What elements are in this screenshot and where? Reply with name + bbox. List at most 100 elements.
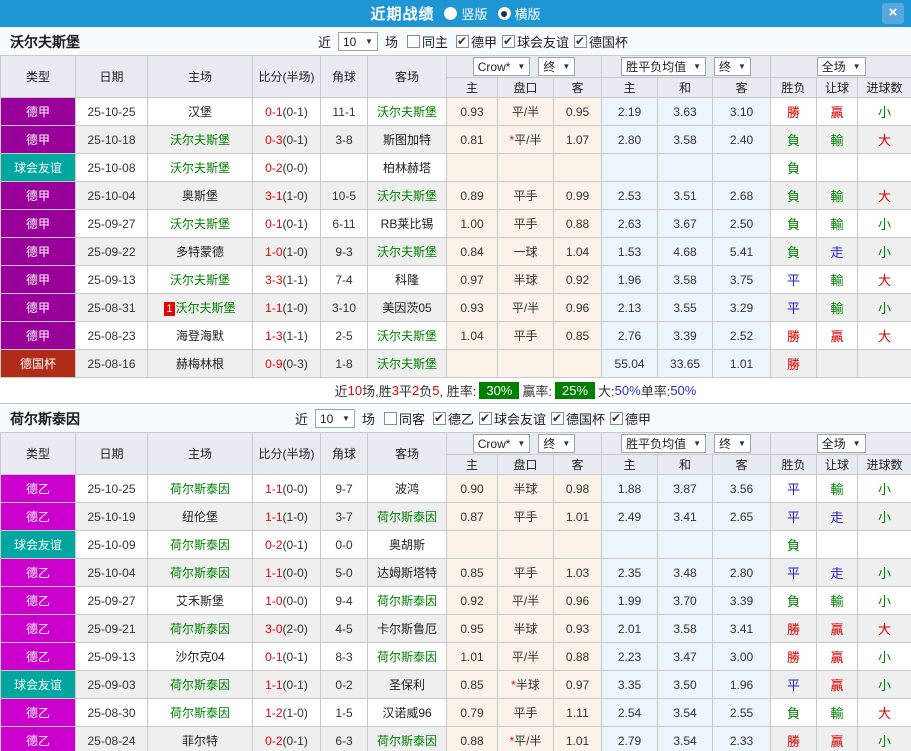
cell-avg-away: 3.75	[712, 265, 772, 294]
cell-date: 25-08-23	[75, 321, 148, 350]
halftime-score: (1-0)	[282, 509, 308, 524]
cell-date: 25-09-03	[75, 670, 148, 699]
close-button[interactable]: ×	[882, 3, 904, 24]
col-goals: 进球数	[857, 77, 911, 98]
cell-corner: 3-8	[320, 125, 368, 154]
summary-part: 赢率:	[522, 384, 552, 399]
col-result: 胜负	[770, 77, 818, 98]
cell-home: 菲尔特	[147, 726, 253, 751]
halftime-score: (0-1)	[282, 132, 308, 147]
cell-avg-away: 2.40	[712, 125, 772, 154]
cell-avg-home: 2.35	[601, 558, 659, 587]
cell-odds-away: 1.04	[552, 237, 603, 266]
checkbox-label: 同主	[421, 35, 448, 50]
checkbox-icon[interactable]	[432, 411, 446, 425]
odds-company-select[interactable]: Crow*	[472, 434, 531, 453]
league-checkbox-德国杯[interactable]: 德国杯	[574, 32, 628, 51]
avg-select[interactable]: 胜平负均值	[621, 434, 707, 453]
cell-odds-home: 0.81	[446, 125, 498, 154]
team-text: RB莱比锡	[380, 217, 434, 231]
cell-avg-away: 1.96	[712, 670, 772, 699]
cell-goals: 小	[857, 558, 911, 587]
cell-type: 德乙	[0, 474, 76, 503]
col-avg-away: 客	[712, 77, 772, 98]
match-row: 德甲 25-08-23 海登海默 1-3(1-1) 2-5 沃尔夫斯堡 1.04 平手 0.85…	[0, 321, 911, 350]
team-text: 菲尔特	[181, 734, 218, 748]
league-checkbox-球会友谊[interactable]: 球会友谊	[502, 32, 569, 51]
summary-part: 25%	[555, 382, 596, 399]
cell-avg-draw: 3.70	[657, 586, 714, 615]
odds-group-header: Crow* 终	[445, 432, 603, 455]
same-side-checkbox[interactable]: 同客	[383, 409, 425, 428]
team-text: 沃尔夫斯堡	[169, 273, 230, 287]
checkbox-icon[interactable]	[551, 411, 565, 425]
checkbox-icon[interactable]	[502, 34, 516, 48]
col-home: 主场	[147, 432, 253, 475]
odds-time-select[interactable]: 终	[538, 434, 576, 453]
recent-count-select[interactable]: 10	[314, 409, 355, 428]
radio-selected-icon[interactable]	[497, 7, 511, 20]
fulltime-select[interactable]: 全场	[816, 434, 866, 453]
odds-company-select[interactable]: Crow*	[472, 57, 531, 76]
league-filter-list: 德乙 球会友谊 德国杯 德甲	[428, 409, 651, 428]
summary-part: 50%	[614, 383, 641, 398]
cell-avg-away: 2.33	[712, 726, 772, 751]
cell-away: 科隆	[367, 265, 447, 294]
cell-away: 柏林赫塔	[367, 153, 447, 182]
dialog-titlebar: 近期战绩 竖版 横版 ×	[0, 0, 911, 27]
cell-home: 荷尔斯泰因	[147, 670, 253, 699]
checkbox-icon[interactable]	[383, 412, 397, 425]
recent-count-select[interactable]: 10	[337, 32, 378, 51]
checkbox-icon[interactable]	[610, 411, 624, 425]
cell-avg-home: 2.01	[601, 614, 659, 643]
radio-icon[interactable]	[444, 7, 458, 20]
cell-score: 1-0(0-0)	[252, 586, 321, 615]
cell-goals: 小	[857, 474, 911, 503]
league-checkbox-德国杯[interactable]: 德国杯	[551, 409, 605, 428]
league-checkbox-德甲[interactable]: 德甲	[456, 32, 497, 51]
cell-avg-home: 2.13	[601, 293, 659, 322]
cell-home: 荷尔斯泰因	[147, 698, 253, 727]
odds-time-select[interactable]: 终	[538, 57, 576, 76]
cell-odds-away: 1.07	[552, 125, 603, 154]
checkbox-icon[interactable]	[479, 411, 492, 425]
cell-type: 德乙	[0, 502, 76, 531]
match-row: 德乙 25-10-25 荷尔斯泰因 1-1(0-0) 9-7 波鸿 0.90 半球 0.98 1.…	[0, 474, 911, 503]
checkbox-icon[interactable]	[456, 34, 469, 48]
team-text: 科隆	[394, 273, 419, 287]
avg-select[interactable]: 胜平负均值	[621, 57, 707, 76]
avg-time-select[interactable]: 终	[714, 434, 751, 453]
cell-type: 德乙	[0, 586, 76, 615]
league-checkbox-德甲[interactable]: 德甲	[610, 409, 651, 428]
section-team-2: 荷尔斯泰因 近 10 场 同客 德乙球会友谊德国杯德甲	[0, 404, 911, 751]
checkbox-label: 德国杯	[589, 35, 629, 50]
cell-goals: 大	[857, 321, 911, 350]
cell-home: 沙尔克04	[147, 642, 253, 671]
team-text: 荷尔斯泰因	[169, 482, 230, 496]
team-text: 荷尔斯泰因	[169, 622, 230, 636]
avg-time-select[interactable]: 终	[714, 57, 751, 76]
cell-avg-draw: 3.47	[657, 642, 714, 671]
team-text: 美因茨05	[382, 301, 432, 315]
same-side-checkbox[interactable]: 同主	[406, 32, 448, 51]
cell-home: 奥斯堡	[147, 181, 253, 210]
layout-radio-vertical[interactable]: 竖版	[444, 4, 488, 23]
checkbox-icon[interactable]	[406, 35, 420, 48]
league-checkbox-球会友谊[interactable]: 球会友谊	[479, 409, 546, 428]
cell-away: 荷尔斯泰因	[367, 502, 447, 531]
cell-away: 卡尔斯鲁厄	[367, 614, 447, 643]
cell-avg-draw: 3.58	[657, 265, 714, 294]
cell-home: 1 沃尔夫斯堡	[147, 293, 253, 322]
checkbox-icon[interactable]	[574, 34, 588, 48]
cell-corner: 8-3	[320, 642, 368, 671]
team-text: 斯图加特	[382, 133, 431, 147]
layout-radio-horizontal[interactable]: 横版	[497, 4, 541, 23]
cell-odds-away: 0.88	[552, 209, 603, 238]
checkbox-label: 德国杯	[566, 412, 606, 427]
fulltime-select[interactable]: 全场	[816, 57, 866, 76]
league-checkbox-德乙[interactable]: 德乙	[432, 409, 474, 428]
cell-away: 圣保利	[367, 670, 447, 699]
cell-home: 纽伦堡	[147, 502, 253, 531]
cell-goals: 小	[857, 502, 911, 531]
cell-corner: 5-0	[320, 558, 368, 587]
